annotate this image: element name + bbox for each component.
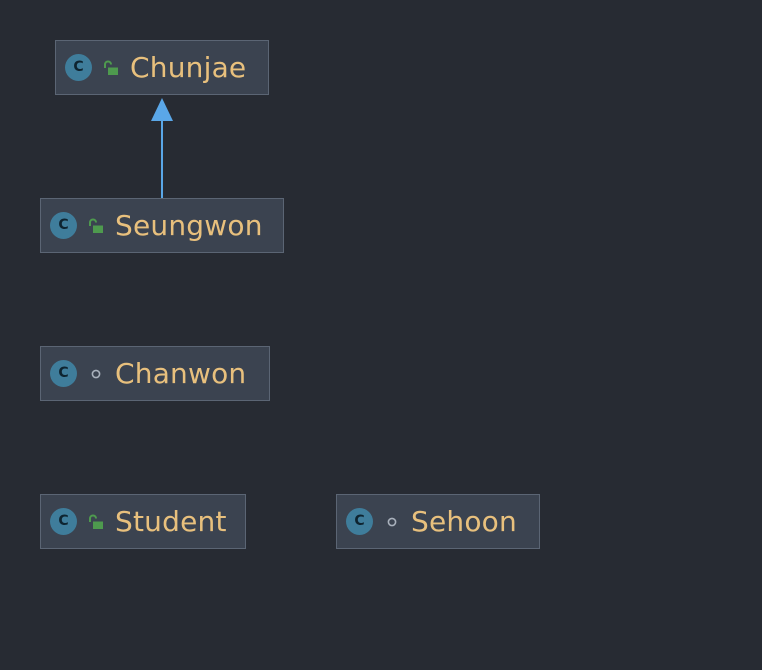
- inheritance-arrowhead: [151, 98, 173, 121]
- class-icon: C: [346, 508, 373, 535]
- class-kind-letter: C: [73, 59, 84, 75]
- class-node-seungwon[interactable]: C Seungwon: [40, 198, 284, 253]
- package-private-dot-icon: [83, 360, 109, 387]
- public-lock-icon: [98, 54, 124, 81]
- class-name: Chanwon: [115, 357, 247, 390]
- class-kind-letter: C: [354, 513, 365, 529]
- class-kind-letter: C: [58, 365, 69, 381]
- class-node-sehoon[interactable]: C Sehoon: [336, 494, 540, 549]
- class-icon: C: [50, 212, 77, 239]
- public-lock-icon: [83, 212, 109, 239]
- class-icon: C: [50, 360, 77, 387]
- class-node-chunjae[interactable]: C Chunjae: [55, 40, 269, 95]
- class-node-student[interactable]: C Student: [40, 494, 246, 549]
- class-node-chanwon[interactable]: C Chanwon: [40, 346, 270, 401]
- class-kind-letter: C: [58, 217, 69, 233]
- class-kind-letter: C: [58, 513, 69, 529]
- class-icon: C: [50, 508, 77, 535]
- public-lock-icon: [83, 508, 109, 535]
- class-name: Sehoon: [411, 505, 517, 538]
- class-diagram-canvas: C Chunjae C Seungwon C Chanwon C Student…: [0, 0, 762, 670]
- package-private-dot-icon: [379, 508, 405, 535]
- class-name: Chunjae: [130, 51, 247, 84]
- class-name: Seungwon: [115, 209, 263, 242]
- relations-layer: [151, 98, 173, 199]
- class-icon: C: [65, 54, 92, 81]
- class-name: Student: [115, 505, 227, 538]
